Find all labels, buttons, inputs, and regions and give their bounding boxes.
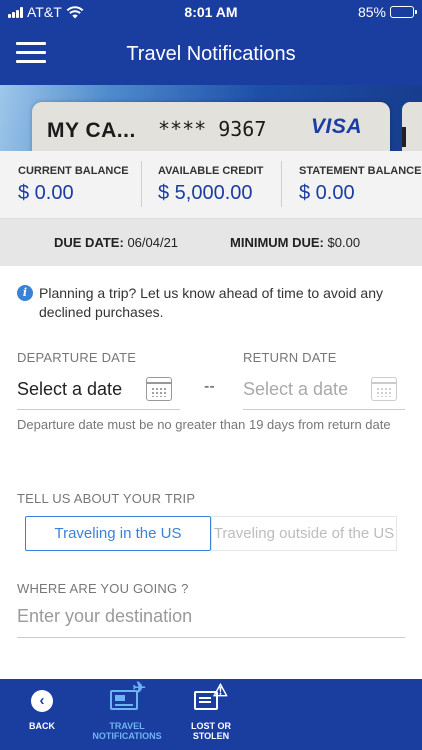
date-hint: Departure date must be no greater than 1… xyxy=(17,417,391,432)
minimum-due-label: MINIMUM DUE: xyxy=(230,235,324,250)
calendar-icon[interactable] xyxy=(146,377,172,401)
back-arrow-icon: ‹ xyxy=(31,690,53,712)
trip-type-toggle: Traveling in the US Traveling outside of… xyxy=(25,516,397,551)
current-balance-label: CURRENT BALANCE xyxy=(18,165,129,177)
nav-lost-label-2: STOLEN xyxy=(192,731,230,741)
departure-date-field[interactable]: Select a date xyxy=(17,370,180,410)
bottom-nav: ‹ BACK ✈ TRAVEL NOTIFICATIONS ⚠ LOST OR … xyxy=(0,679,422,750)
return-date-label: RETURN DATE xyxy=(243,350,337,365)
battery-percent: 85% xyxy=(357,4,386,20)
app-header: Travel Notifications xyxy=(0,24,422,85)
calendar-icon[interactable] xyxy=(371,377,397,401)
statement-balance-value: $ 0.00 xyxy=(299,182,355,204)
travel-notification-icon: ✈ xyxy=(110,681,146,712)
nav-lost-stolen[interactable]: ⚠ LOST OR STOLEN xyxy=(171,682,251,741)
trip-option-us[interactable]: Traveling in the US xyxy=(25,516,211,551)
battery-status: 85% xyxy=(357,4,417,20)
lost-card-warning-icon: ⚠ xyxy=(194,682,228,712)
statement-balance: STATEMENT BALANCE $ 0.00 xyxy=(281,151,422,218)
available-credit-label: AVAILABLE CREDIT xyxy=(158,165,264,177)
due-date-value: 06/04/21 xyxy=(127,235,179,250)
nav-travel-label-2: NOTIFICATIONS xyxy=(92,731,162,741)
card-name: MY CA... xyxy=(47,119,136,142)
current-balance: CURRENT BALANCE $ 0.00 xyxy=(0,151,141,218)
page-title: Travel Notifications xyxy=(126,43,296,65)
status-bar: AT&T 8:01 AM 85% xyxy=(0,0,422,24)
statement-balance-label: STATEMENT BALANCE xyxy=(299,165,422,177)
trip-option-outside-us[interactable]: Traveling outside of the US xyxy=(211,516,397,551)
nav-lost-label-1: LOST OR xyxy=(191,721,231,731)
minimum-due: MINIMUM DUE: $0.00 xyxy=(230,235,360,250)
due-date-label: DUE DATE: xyxy=(54,235,124,250)
destination-field xyxy=(17,598,405,638)
return-date-field[interactable]: Select a date xyxy=(243,370,405,410)
date-separator: -- xyxy=(204,378,215,395)
nav-travel-notifications[interactable]: ✈ TRAVEL NOTIFICATIONS xyxy=(87,681,167,742)
visa-logo: VISA xyxy=(310,115,362,138)
departure-date-value: Select a date xyxy=(17,379,123,399)
balance-summary: CURRENT BALANCE $ 0.00 AVAILABLE CREDIT … xyxy=(0,151,422,219)
due-date: DUE DATE: 06/04/21 xyxy=(54,235,178,250)
info-text: Planning a trip? Let us know ahead of ti… xyxy=(39,285,383,320)
card-carousel[interactable]: MY CA... **** 9367 VISA xyxy=(0,85,422,151)
available-credit-value: $ 5,000.00 xyxy=(158,182,253,204)
info-icon: i xyxy=(17,285,33,301)
credit-card[interactable]: MY CA... **** 9367 VISA xyxy=(32,102,390,151)
return-date-value: Select a date xyxy=(243,379,349,399)
departure-date-label: DEPARTURE DATE xyxy=(17,350,137,365)
next-card-peek[interactable] xyxy=(402,102,422,151)
card-number: **** 9367 xyxy=(158,117,267,141)
destination-input[interactable] xyxy=(17,598,405,634)
minimum-due-value: $0.00 xyxy=(327,235,361,250)
destination-label: WHERE ARE YOU GOING ? xyxy=(17,581,189,596)
trip-label: TELL US ABOUT YOUR TRIP xyxy=(17,491,196,506)
info-message: i Planning a trip? Let us know ahead of … xyxy=(17,284,397,322)
due-info: DUE DATE: 06/04/21 MINIMUM DUE: $0.00 xyxy=(0,219,422,266)
available-credit: AVAILABLE CREDIT $ 5,000.00 xyxy=(141,151,281,218)
current-balance-value: $ 0.00 xyxy=(18,182,74,204)
battery-icon xyxy=(390,6,417,18)
nav-back-label: BACK xyxy=(29,721,55,731)
nav-back[interactable]: ‹ BACK xyxy=(2,688,82,731)
nav-travel-label-1: TRAVEL xyxy=(109,721,145,731)
